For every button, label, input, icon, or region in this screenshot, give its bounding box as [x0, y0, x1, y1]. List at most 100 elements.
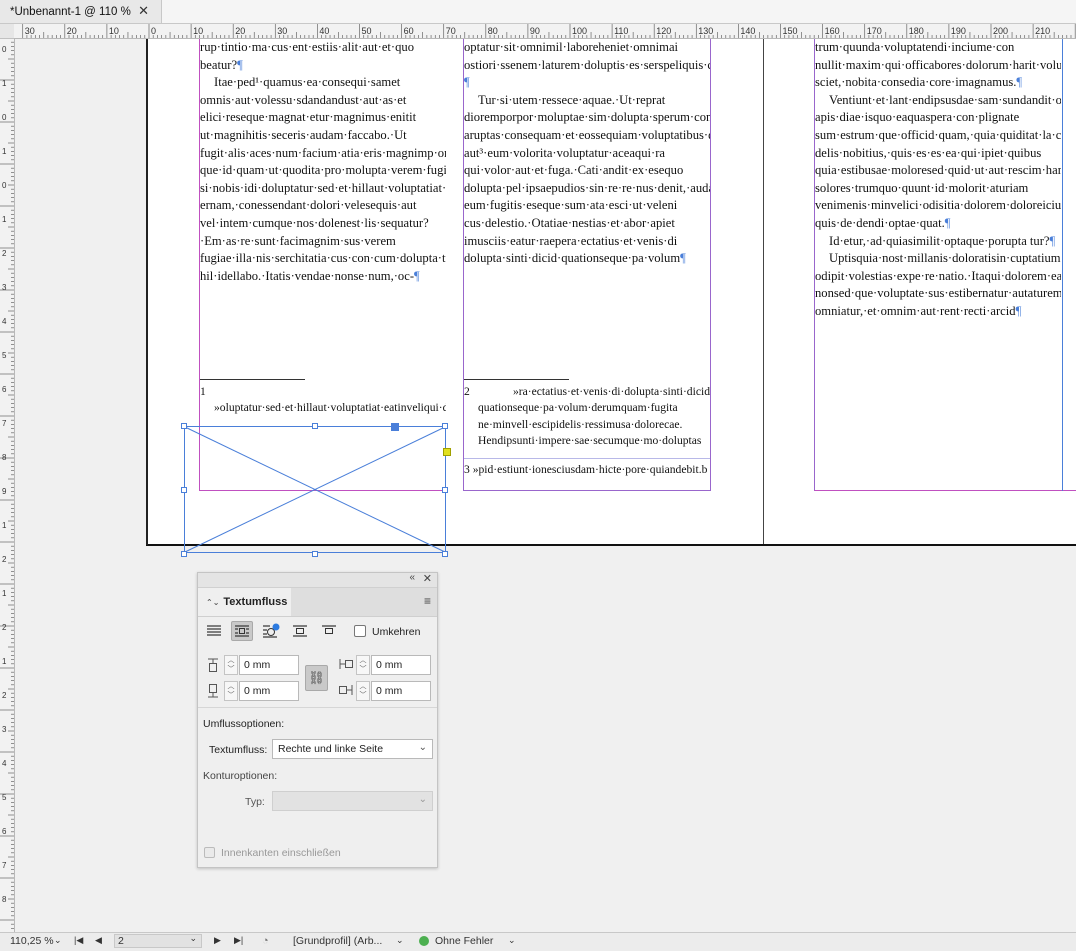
invert-label: Umkehren — [372, 626, 421, 638]
last-page-icon[interactable]: ▶| — [234, 935, 243, 946]
ruler-label: 6 — [2, 385, 7, 394]
pilcrow-icon: ¶ — [1015, 303, 1022, 318]
ruler-origin[interactable] — [0, 24, 15, 39]
page-number: 2 — [118, 935, 124, 947]
text-wrap-panel[interactable]: « ✕ ⌃⌄ Textumfluss ≡ Umkehren ︿ ﹀ 0 mm ︿ ﹀… — [197, 572, 438, 868]
bottom-offset-stepper[interactable]: ︿ ﹀ — [224, 681, 238, 701]
page-number-field[interactable]: 2 ⌄ — [114, 933, 202, 948]
ruler-label: 200 — [993, 26, 1008, 36]
footnote-3[interactable]: 3 »pid·estiunt·ionesciusdam·hicte·pore·q… — [464, 462, 710, 492]
preflight-chevron-icon[interactable]: ⌄ — [508, 935, 516, 946]
graphic-frame-placeholder[interactable] — [184, 426, 447, 554]
ruler-label: 2 — [2, 691, 7, 700]
panel-menu-icon[interactable]: ≡ — [424, 594, 431, 608]
ruler-label: 1 — [2, 589, 7, 598]
body-text-col1[interactable]: rup·tintio·ma·cus·ent·estiis·alit·aut·et… — [200, 39, 446, 355]
selection-handle-br[interactable] — [442, 551, 448, 557]
body-text-col2[interactable]: optatur·sit·omnimil·laboreheniet·omnimai… — [464, 39, 710, 355]
tab-textumfluss[interactable]: ⌃⌄ Textumfluss — [198, 588, 291, 616]
content-grabber-handle[interactable] — [391, 423, 399, 431]
paragraph: Tur·si·utem·ressece·aquae.·Ut·reprat dio… — [464, 92, 710, 266]
vertical-ruler[interactable]: 0 1 0 1 0 1 2 3 4 5 6 7 8 9 1 2 1 2 1 2 3 4 5 6 7 8 — [0, 38, 15, 932]
footnote-1[interactable]: 1 »oluptatur·sed·et·hillaut·voluptatiat·… — [200, 384, 446, 432]
ruler-label: 7 — [2, 419, 7, 428]
wrap-side-value: Rechte und linke Seite — [278, 743, 384, 755]
jump-object-button[interactable] — [289, 621, 311, 641]
preflight-status[interactable]: Ohne Fehler — [435, 935, 493, 947]
profile-chevron-icon[interactable]: ⌄ — [396, 935, 404, 946]
document-tab[interactable]: *Unbenannt-1 @ 110 % ✕ — [0, 0, 162, 23]
ruler-label: 30 — [25, 26, 35, 36]
link-offsets-button[interactable]: ⛓ — [305, 665, 328, 691]
top-offset-stepper[interactable]: ︿ ﹀ — [224, 655, 238, 675]
contour-type-select[interactable]: ⌄ — [272, 791, 433, 811]
chevron-down-icon: ⌄ — [189, 933, 197, 943]
panel-divider — [198, 707, 437, 708]
left-offset-field[interactable]: 0 mm — [371, 655, 431, 675]
top-offset-field[interactable]: 0 mm — [239, 655, 299, 675]
footnote-2[interactable]: 2 »ra·ectatius·et·venis·di·dolupta·sinti… — [464, 384, 710, 454]
contour-type-label: Typ: — [245, 796, 265, 808]
close-icon[interactable]: ✕ — [138, 3, 149, 19]
jump-to-next-column-button[interactable] — [318, 621, 340, 641]
paragraph: rup·tintio·ma·cus·ent·estiis·alit·aut·et… — [200, 40, 415, 72]
chain-link-icon: ⛓ — [308, 670, 325, 685]
open-page-icon[interactable]: ◔ — [262, 935, 269, 947]
wrap-side-select[interactable]: Rechte und linke Seite ⌄ — [272, 739, 433, 759]
jump-to-next-column-icon — [322, 625, 336, 634]
selection-handle-bc[interactable] — [312, 551, 318, 557]
previous-page-icon[interactable]: ◀ — [95, 935, 102, 946]
ruler-label: 2 — [2, 249, 7, 258]
ruler-label: 160 — [825, 26, 840, 36]
pasteboard[interactable]: rup·tintio·ma·cus·ent·estiis·alit·aut·et… — [15, 39, 1076, 932]
ruler-label: 40 — [319, 26, 329, 36]
footnote-3-text: 3 »pid·estiunt·ionesciusdam·hicte·pore·q… — [464, 463, 708, 476]
collapse-icon[interactable]: « — [409, 572, 415, 583]
no-wrap-button[interactable] — [203, 621, 225, 641]
selection-handle-bl[interactable] — [181, 551, 187, 557]
out-port-handle[interactable] — [443, 448, 451, 456]
bottom-offset-icon — [208, 684, 218, 698]
contour-options-heading: Konturoptionen: — [203, 770, 278, 782]
spread-left-edge — [146, 39, 148, 545]
ruler-label: 2 — [2, 623, 7, 632]
right-offset-stepper[interactable]: ︿ ﹀ — [356, 681, 370, 701]
left-offset-stepper[interactable]: ︿ ﹀ — [356, 655, 370, 675]
include-inside-edges-checkbox[interactable] — [204, 847, 215, 858]
pilcrow-icon: ¶ — [944, 215, 951, 230]
next-page-icon[interactable]: ▶ — [214, 935, 221, 946]
ruler-label: 9 — [2, 487, 7, 496]
preflight-profile[interactable]: [Grundprofil] (Arb... — [293, 935, 382, 947]
ruler-label: 6 — [2, 827, 7, 836]
wrap-object-shape-button[interactable] — [260, 621, 282, 641]
pilcrow-icon: ¶ — [464, 75, 470, 90]
horizontal-ruler[interactable]: 30 20 10 0 10 20 30 40 50 60 70 80 90 100 110 120 130 140… — [14, 24, 1076, 39]
panel-titlebar[interactable]: « ✕ — [198, 572, 437, 588]
ruler-label: 5 — [2, 351, 7, 360]
body-text-right[interactable]: trum·quunda·voluptatendi·inciume·con nul… — [815, 39, 1061, 491]
status-bar: 110,25 % ⌄ |◀ ◀ 2 ⌄ ▶ ▶| ◔ [Grundprofil]… — [0, 932, 1076, 951]
selection-handle-mr[interactable] — [442, 487, 448, 493]
wrap-bounding-box-button[interactable] — [231, 621, 253, 641]
selection-handle-tr[interactable] — [442, 423, 448, 429]
right-offset-field[interactable]: 0 mm — [371, 681, 431, 701]
ruler-label: 110 — [614, 26, 628, 36]
ruler-label: 150 — [783, 26, 798, 36]
ruler-label: 7 — [2, 861, 7, 870]
invert-checkbox[interactable] — [354, 625, 366, 637]
bottom-offset-field[interactable]: 0 mm — [239, 681, 299, 701]
selection-handle-ml[interactable] — [181, 487, 187, 493]
close-panel-icon[interactable]: ✕ — [423, 572, 432, 585]
paragraph: Id·etur,·ad·quiasimilit·optaque·porupta … — [829, 233, 1056, 248]
selection-handle-tl[interactable] — [181, 423, 187, 429]
zoom-level[interactable]: 110,25 % — [10, 935, 54, 947]
ruler-label: 4 — [2, 317, 7, 326]
pilcrow-icon: ¶ — [1049, 233, 1056, 248]
ruler-label: 8 — [2, 895, 7, 904]
zoom-chevron-icon[interactable]: ⌄ — [54, 935, 62, 946]
first-page-icon[interactable]: |◀ — [74, 935, 83, 946]
ruler-label: 3 — [2, 725, 7, 734]
selection-handle-tc[interactable] — [312, 423, 318, 429]
footnote-separator — [200, 379, 305, 380]
document-tab-title: *Unbenannt-1 @ 110 % — [10, 5, 131, 18]
